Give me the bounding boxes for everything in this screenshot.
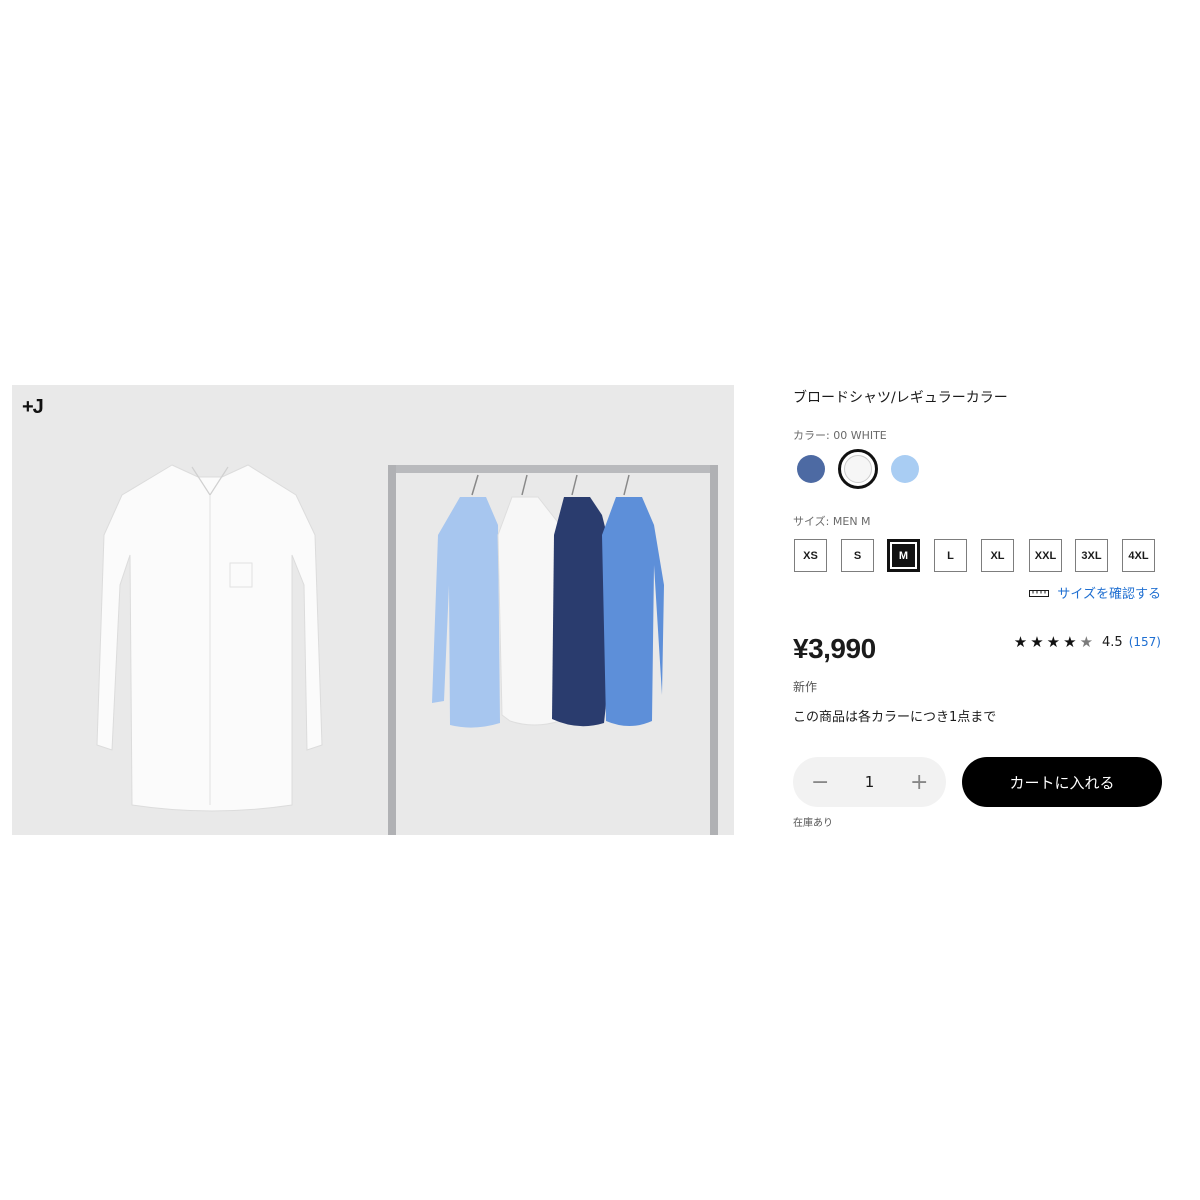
quantity-value[interactable]: 1 [865, 773, 875, 791]
product-image[interactable] [12, 385, 734, 835]
color-swatch-white[interactable] [838, 449, 878, 489]
star-rating-icon: ★★★★★ [1013, 633, 1097, 651]
hanging-shirts [432, 474, 664, 728]
color-swatch-navy[interactable] [795, 453, 827, 485]
size-button-xxl[interactable]: XXL [1029, 539, 1062, 572]
color-label: カラー: 00 WHITE [793, 429, 887, 442]
swatch-fill [891, 455, 919, 483]
size-button-xl[interactable]: XL [981, 539, 1014, 572]
add-to-cart-button[interactable]: カートに入れる [962, 757, 1162, 807]
size-button-4xl[interactable]: 4XL [1122, 539, 1155, 572]
price: ¥3,990 [793, 633, 876, 664]
new-badge: 新作 [793, 680, 818, 694]
size-guide-label: サイズを確認する [1057, 587, 1161, 602]
white-shirt-illustration [96, 464, 323, 812]
quantity-minus-button[interactable]: − [811, 770, 829, 795]
size-button-s[interactable]: S [841, 539, 874, 572]
size-guide-link[interactable]: サイズを確認する [1029, 583, 1161, 602]
size-button-l[interactable]: L [934, 539, 967, 572]
swatch-fill [797, 455, 825, 483]
rating[interactable]: ★★★★★ 4.5 (157) [1014, 633, 1161, 651]
stock-status: 在庫あり [793, 818, 833, 829]
review-count-link[interactable]: (157) [1129, 635, 1161, 649]
quantity-stepper: − 1 + [793, 757, 946, 807]
product-title: ブロードシャツ/レギュラーカラー [793, 390, 1008, 406]
quantity-plus-button[interactable]: + [910, 770, 928, 795]
size-label: サイズ: MEN M [793, 515, 871, 528]
ruler-icon [1029, 589, 1050, 597]
brand-logo: +J [22, 396, 44, 418]
color-swatch-light-blue[interactable] [889, 453, 921, 485]
swatch-fill [844, 455, 872, 483]
size-button-3xl[interactable]: 3XL [1075, 539, 1108, 572]
purchase-limit-note: この商品は各カラーにつき1点まで [793, 710, 997, 725]
size-button-xs[interactable]: XS [794, 539, 827, 572]
size-button-m[interactable]: M [887, 539, 920, 572]
rating-value: 4.5 [1102, 634, 1123, 650]
